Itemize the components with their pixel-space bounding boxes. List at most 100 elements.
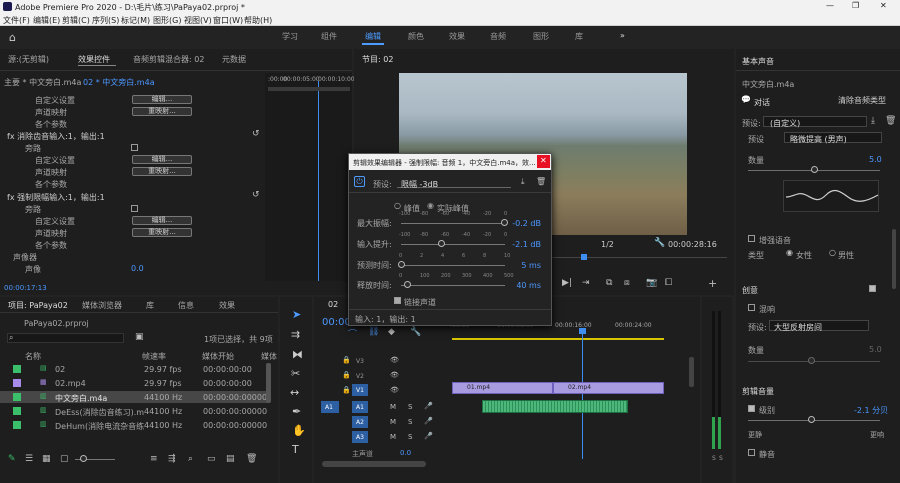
remap-button[interactable]: 重映射... bbox=[132, 228, 192, 237]
camera-icon[interactable]: 📷 bbox=[646, 278, 657, 288]
level-value[interactable]: -2.1 分贝 bbox=[854, 405, 888, 416]
female-radio[interactable]: ◉ bbox=[786, 248, 793, 257]
reset-icon[interactable]: ↺ bbox=[252, 129, 260, 139]
table-row[interactable]: ▦ 02.mp4 29.97 fps 00:00:00:00 bbox=[0, 377, 270, 389]
audio-clip-waveform[interactable] bbox=[482, 400, 628, 413]
creative-section[interactable]: 创意 bbox=[742, 285, 758, 296]
tab-metadata[interactable]: 元数据 bbox=[222, 54, 246, 65]
step-forward-icon[interactable]: ▶| bbox=[562, 278, 572, 288]
video-clip[interactable]: 01.mp4 bbox=[452, 382, 553, 394]
maximize-button[interactable]: ❐ bbox=[852, 1, 859, 10]
column-frame-rate[interactable]: 帧速率 bbox=[142, 351, 166, 362]
mute-m-button[interactable]: M bbox=[390, 418, 396, 426]
preset-value[interactable]: (自定义) bbox=[770, 118, 800, 129]
menu-view[interactable]: 视图(V) bbox=[184, 15, 212, 26]
timeline-vscroll[interactable] bbox=[689, 357, 694, 387]
add-button-icon[interactable]: + bbox=[708, 277, 717, 290]
settings-wrench-icon[interactable]: 🔧 bbox=[654, 238, 665, 248]
edit-button[interactable]: 编辑... bbox=[132, 216, 192, 225]
comparison-icon[interactable]: ⧠ bbox=[665, 278, 672, 288]
mute-m-button[interactable]: M bbox=[390, 403, 396, 411]
column-media[interactable]: 媒体 bbox=[261, 351, 277, 362]
icon-view-icon[interactable]: ▦ bbox=[42, 454, 51, 464]
menu-marker[interactable]: 标记(M) bbox=[121, 15, 150, 26]
enhance-preset-value[interactable]: 略微提高 (男声) bbox=[790, 134, 847, 145]
menu-clip[interactable]: 剪辑(C) bbox=[62, 15, 90, 26]
list-view-icon[interactable]: ☰ bbox=[25, 454, 33, 464]
edit-button[interactable]: 编辑... bbox=[132, 155, 192, 164]
project-search[interactable] bbox=[7, 333, 124, 343]
balance-value[interactable]: 0.0 bbox=[131, 264, 144, 273]
razor-tool-icon[interactable]: ✂ bbox=[291, 367, 300, 380]
param-value[interactable]: 40 ms bbox=[516, 281, 541, 290]
pencil-icon[interactable]: ✎ bbox=[8, 454, 16, 464]
column-name[interactable]: 名称 bbox=[25, 351, 41, 362]
timeline-timecode[interactable]: 00:00 bbox=[322, 317, 351, 328]
master-value[interactable]: 0.0 bbox=[400, 449, 411, 457]
workspace-libraries[interactable]: 库 bbox=[575, 31, 583, 42]
mute-m-button[interactable]: M bbox=[390, 433, 396, 441]
video-clip[interactable]: 02.mp4 bbox=[553, 382, 664, 394]
timeline-playhead-marker[interactable] bbox=[579, 328, 586, 334]
tab-effects[interactable]: 效果 bbox=[219, 300, 235, 311]
true-peak-radio[interactable]: ◉ bbox=[427, 201, 434, 210]
workspace-graphics[interactable]: 图形 bbox=[533, 31, 549, 42]
zoom-slider-knob[interactable] bbox=[80, 455, 87, 462]
meter-solo-label[interactable]: S bbox=[719, 455, 723, 462]
selection-tool-icon[interactable]: ➤ bbox=[292, 308, 301, 321]
amount-value[interactable]: 5.0 bbox=[869, 155, 882, 164]
save-preset-icon[interactable]: ⤓ bbox=[871, 116, 875, 126]
table-row[interactable]: ▥ DeHum(消除电流杂音练 44100 Hz 00:00:00:00000 bbox=[0, 419, 270, 431]
solo-s-button[interactable]: S bbox=[408, 403, 412, 411]
tab-info[interactable]: 信息 bbox=[178, 300, 194, 311]
effect-hard-limiter[interactable]: fx 强制限幅输入:1，输出:1 bbox=[7, 192, 105, 203]
track-v3[interactable]: V3 bbox=[356, 358, 364, 365]
extract-icon[interactable]: ⧈ bbox=[624, 278, 630, 288]
lock-icon[interactable]: 🔒 bbox=[342, 371, 351, 379]
linked-selection-icon[interactable]: ⛓ bbox=[368, 327, 379, 337]
home-icon[interactable]: ⌂ bbox=[9, 31, 16, 44]
sequence-clip-path[interactable]: 02 * 中文旁白.m4a bbox=[83, 77, 155, 88]
tab-audio-mixer[interactable]: 音频剪辑混合器: 02 bbox=[133, 54, 204, 65]
amount-slider-knob[interactable] bbox=[811, 166, 818, 173]
solo-s-button[interactable]: S bbox=[408, 433, 412, 441]
wrench-icon[interactable]: 🔧 bbox=[410, 327, 421, 337]
clear-audio-type-button[interactable]: 清除音频类型 bbox=[830, 96, 894, 107]
sort-icon[interactable]: ≡ bbox=[150, 454, 158, 464]
clip-volume-section[interactable]: 剪辑音量 bbox=[742, 386, 774, 397]
effect-deesser[interactable]: fx 消除齿音输入:1，输出:1 bbox=[7, 131, 105, 142]
bypass-checkbox[interactable] bbox=[131, 205, 138, 212]
workspace-color[interactable]: 颜色 bbox=[408, 31, 424, 42]
menu-graphics[interactable]: 图形(G) bbox=[153, 15, 181, 26]
delete-preset-icon[interactable]: 🗑 bbox=[536, 177, 546, 186]
workspace-more[interactable]: » bbox=[620, 31, 625, 40]
workspace-effects[interactable]: 效果 bbox=[449, 31, 465, 42]
project-scrollbar[interactable] bbox=[266, 363, 271, 403]
param-slider-knob[interactable] bbox=[404, 281, 412, 288]
minimize-button[interactable]: — bbox=[826, 1, 834, 10]
reset-icon[interactable]: ↺ bbox=[252, 190, 260, 200]
eye-icon[interactable]: 👁 bbox=[390, 356, 399, 364]
table-row[interactable]: ▤ 02 29.97 fps 00:00:00:00 bbox=[0, 363, 270, 375]
program-zoom[interactable]: 1/2 bbox=[601, 240, 614, 249]
edit-button[interactable]: 编辑... bbox=[132, 95, 192, 104]
hand-tool-icon[interactable]: ✋ bbox=[292, 424, 306, 437]
track-v1[interactable]: V1 bbox=[356, 387, 364, 394]
param-slider[interactable] bbox=[401, 285, 505, 286]
tab-project[interactable]: 项目: PaPaya02 bbox=[8, 300, 68, 311]
track-select-tool-icon[interactable]: ⇉ bbox=[291, 328, 300, 341]
workspace-audio[interactable]: 音频 bbox=[490, 31, 506, 42]
param-value[interactable]: 5 ms bbox=[521, 261, 541, 270]
reverb-amount-knob[interactable] bbox=[808, 357, 815, 364]
ec-timecode[interactable]: 00:00:17:13 bbox=[4, 284, 47, 292]
marker-icon[interactable]: ◆ bbox=[388, 327, 395, 337]
peak-radio[interactable]: ○ bbox=[394, 201, 401, 210]
program-timecode[interactable]: 00:00:28:16 bbox=[668, 240, 717, 249]
dialog-close-label[interactable]: ✕ bbox=[540, 156, 547, 165]
automate-icon[interactable]: ⇶ bbox=[168, 454, 176, 464]
microphone-icon[interactable]: 🎤 bbox=[424, 402, 433, 410]
enhance-speech-checkbox[interactable] bbox=[748, 235, 755, 242]
work-area-bar[interactable] bbox=[452, 338, 664, 340]
program-playhead-marker[interactable] bbox=[581, 254, 587, 260]
new-bin-icon[interactable]: ▭ bbox=[207, 454, 216, 464]
